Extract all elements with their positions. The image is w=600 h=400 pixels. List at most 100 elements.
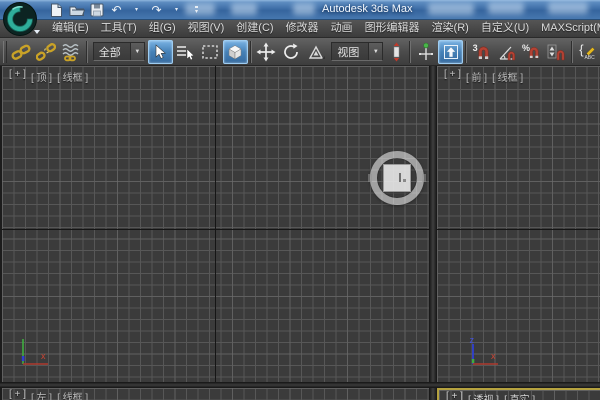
edit-named-selection-sets-button[interactable]: { ABC	[575, 40, 600, 64]
caret-down-icon: ▼	[368, 43, 382, 60]
menu-item-group[interactable]: 组(G)	[143, 20, 182, 37]
viewport-label: [ + ] [ 前 ] [ 线框 ]	[444, 69, 523, 84]
angle-snap-toggle-button[interactable]	[494, 40, 519, 64]
viewport-label: [ + ] [ 左 ] [ 线框 ]	[9, 389, 88, 400]
select-by-name-button[interactable]	[173, 40, 198, 64]
3ds-max-window: Autodesk 3ds Max	[0, 0, 600, 400]
menu-item-rendering[interactable]: 渲染(R)	[426, 20, 475, 37]
toolbar-separator	[86, 41, 88, 63]
menu-item-customize[interactable]: 自定义(U)	[475, 20, 535, 37]
link-chain-icon	[11, 42, 31, 62]
menu-item-create[interactable]: 创建(C)	[230, 20, 279, 37]
menu-item-edit[interactable]: 编辑(E)	[46, 20, 95, 37]
busy-glyph	[403, 179, 406, 182]
window-crossing-toggle-button[interactable]	[223, 40, 248, 64]
redo-history-dropdown[interactable]: ▾	[168, 2, 185, 19]
viewport-view-button[interactable]: [ 左 ]	[31, 389, 52, 400]
pencil-icon	[584, 44, 596, 56]
viewport-view-button[interactable]: [ 前 ]	[466, 69, 487, 84]
toolbar-separator	[465, 41, 467, 63]
viewport-shading-button[interactable]: [ 线框 ]	[57, 69, 88, 84]
viewport-shading-button[interactable]: [ 线框 ]	[57, 389, 88, 400]
toolbar-separator	[409, 41, 411, 63]
app-caret-icon	[34, 30, 40, 34]
world-axis-tripod: x	[7, 336, 53, 376]
menu-item-modifiers[interactable]: 修改器	[280, 20, 325, 37]
menu-item-graph-editors[interactable]: 图形编辑器	[359, 20, 426, 37]
scale-box-icon	[306, 42, 326, 62]
qat-customize-dropdown[interactable]: ▾	[188, 2, 205, 19]
dashed-rectangle-icon	[200, 42, 220, 62]
pivot-center-icon	[388, 42, 405, 62]
customize-caret-icon: ▾	[195, 6, 198, 15]
viewport-top[interactable]: [ + ] [ 顶 ] [ 线框 ] x	[2, 66, 429, 382]
undo-button[interactable]: ↶	[108, 2, 125, 19]
select-and-move-button[interactable]	[254, 40, 279, 64]
selection-filter-dropdown[interactable]: 全部 ▼	[93, 42, 145, 61]
select-and-scale-button[interactable]	[303, 40, 328, 64]
undo-icon: ↶	[111, 4, 121, 16]
reference-coordinate-system-dropdown[interactable]: 视图 ▼	[331, 42, 383, 61]
viewport-view-button[interactable]: [ 顶 ]	[31, 69, 52, 84]
move-arrows-icon	[256, 42, 276, 62]
toolbar-separator	[571, 41, 573, 63]
busy-glyph	[399, 173, 401, 182]
viewport-front[interactable]: [ + ] [ 前 ] [ 线框 ] z x	[437, 66, 600, 382]
viewport-label: [ + ] [ 透视 ] [ 真实 ]	[446, 391, 535, 400]
select-and-link-button[interactable]	[9, 40, 34, 64]
blurred-text-patch	[231, 3, 257, 15]
viewport-view-button[interactable]: [ 透视 ]	[468, 391, 499, 400]
rectangular-selection-region-button[interactable]	[198, 40, 223, 64]
viewport-shading-button[interactable]: [ 真实 ]	[504, 391, 535, 400]
keyboard-shortcut-override-button[interactable]	[438, 40, 463, 64]
viewport-menu-button[interactable]: [ + ]	[444, 69, 461, 84]
viewport-splitter-vertical[interactable]	[429, 66, 437, 400]
unlink-selection-button[interactable]	[34, 40, 59, 64]
menu-item-maxscript[interactable]: MAXScript(M)	[535, 20, 600, 37]
bind-to-space-warp-button[interactable]	[59, 40, 84, 64]
up-arrow-icon	[442, 43, 460, 61]
new-scene-button[interactable]	[48, 2, 65, 19]
toolbar-drag-handle[interactable]	[3, 41, 7, 63]
select-by-name-icon	[175, 43, 195, 61]
busy-ring-notch	[422, 174, 426, 182]
selection-filter-value: 全部	[94, 44, 130, 60]
redo-button[interactable]: ↷	[148, 2, 165, 19]
viewport-menu-button[interactable]: [ + ]	[9, 389, 26, 400]
menu-bar: 编辑(E) 工具(T) 组(G) 视图(V) 创建(C) 修改器 动画 图形编辑…	[0, 20, 600, 38]
viewport-shading-button[interactable]: [ 线框 ]	[492, 69, 523, 84]
new-document-icon	[50, 3, 63, 18]
viewport-left[interactable]: [ + ] [ 左 ] [ 线框 ]	[2, 388, 429, 400]
snap-toggle-3d-button[interactable]: 3	[469, 40, 494, 64]
select-cursor-icon	[151, 43, 169, 61]
blurred-text-patch	[428, 3, 474, 15]
menu-item-animation[interactable]: 动画	[325, 20, 359, 37]
grid-origin-vertical	[215, 66, 216, 382]
undo-history-dropdown[interactable]: ▾	[128, 2, 145, 19]
open-file-button[interactable]	[68, 2, 85, 19]
select-and-manipulate-button[interactable]	[413, 40, 438, 64]
menu-item-tools[interactable]: 工具(T)	[95, 20, 143, 37]
select-and-rotate-button[interactable]	[279, 40, 304, 64]
blurred-window-controls	[548, 2, 588, 14]
axis-z-label: z	[470, 336, 475, 345]
viewport-menu-button[interactable]: [ + ]	[446, 391, 463, 400]
caret-down-icon: ▾	[135, 7, 138, 13]
select-object-button[interactable]	[148, 40, 173, 64]
magnet-icon	[528, 44, 541, 59]
blurred-text-patch	[488, 2, 524, 14]
spinner-snap-toggle-button[interactable]	[544, 40, 569, 64]
manipulate-crosshair-icon	[416, 42, 436, 62]
viewport-menu-button[interactable]: [ + ]	[9, 69, 26, 84]
quick-access-toolbar: ↶ ▾ ↷ ▾ ▾	[48, 1, 205, 19]
use-pivot-point-center-button[interactable]	[386, 40, 407, 64]
viewport-perspective-active[interactable]: [ + ] [ 透视 ] [ 真实 ]	[437, 388, 600, 400]
3ds-max-logo-icon	[1, 0, 43, 38]
save-file-button[interactable]	[88, 2, 105, 19]
toolbar-separator	[250, 41, 252, 63]
viewport-label: [ + ] [ 顶 ] [ 线框 ]	[9, 69, 88, 84]
menu-item-views[interactable]: 视图(V)	[182, 20, 231, 37]
app-menu-button[interactable]	[1, 0, 43, 38]
percent-snap-toggle-button[interactable]: %	[519, 40, 544, 64]
broken-link-icon	[36, 42, 56, 62]
